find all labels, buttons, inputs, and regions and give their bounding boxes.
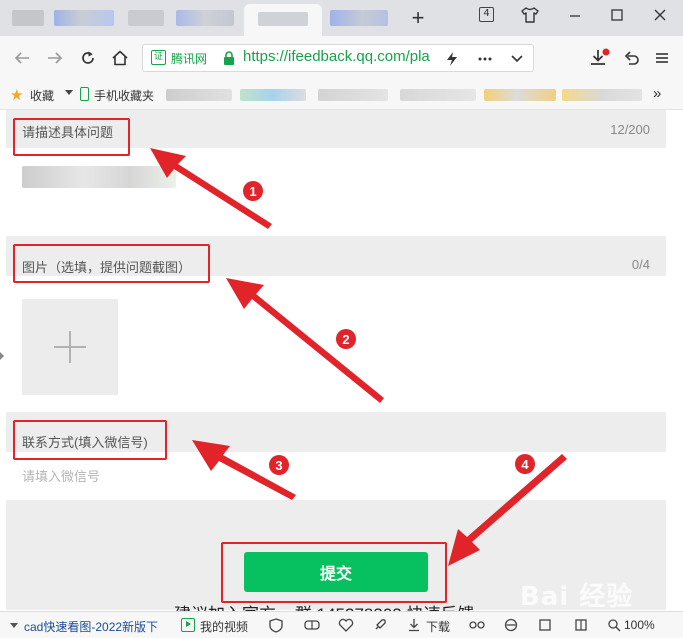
- annotation-marker-2-label: 2: [342, 332, 349, 347]
- annotation-marker-1-label: 1: [249, 184, 256, 199]
- zoom-level[interactable]: 100%: [624, 618, 655, 632]
- annotation-arrow-2: [226, 278, 384, 403]
- annotation-arrows: 1 2 3 4: [150, 148, 567, 566]
- ie-mode-icon[interactable]: [573, 617, 589, 633]
- window-icon[interactable]: [537, 617, 553, 633]
- annotation-arrow-4: [448, 454, 567, 566]
- status-bar: cad快速看图-2022新版下 我的视频 下载 100%: [0, 611, 683, 638]
- download-small-icon[interactable]: [406, 617, 422, 633]
- my-videos-link[interactable]: 我的视频: [200, 618, 248, 635]
- heartbeat-icon[interactable]: [338, 617, 354, 633]
- annotation-marker-4-label: 4: [521, 457, 529, 472]
- annotation-marker-3-label: 3: [275, 458, 282, 473]
- baidu-jingyan-watermark: Bai 经验: [520, 582, 634, 612]
- cloud-sync-icon[interactable]: [469, 617, 485, 633]
- news-ticker[interactable]: cad快速看图-2022新版下: [24, 618, 158, 635]
- news-caret-icon[interactable]: [10, 623, 18, 628]
- browser-e-icon[interactable]: [503, 617, 519, 633]
- downloads-link[interactable]: 下载: [426, 618, 450, 635]
- zoom-icon[interactable]: [606, 617, 622, 633]
- video-icon: [181, 618, 195, 632]
- rocket-icon[interactable]: [372, 617, 388, 633]
- vr-glasses-icon[interactable]: [304, 617, 320, 633]
- shield-icon[interactable]: [268, 617, 284, 633]
